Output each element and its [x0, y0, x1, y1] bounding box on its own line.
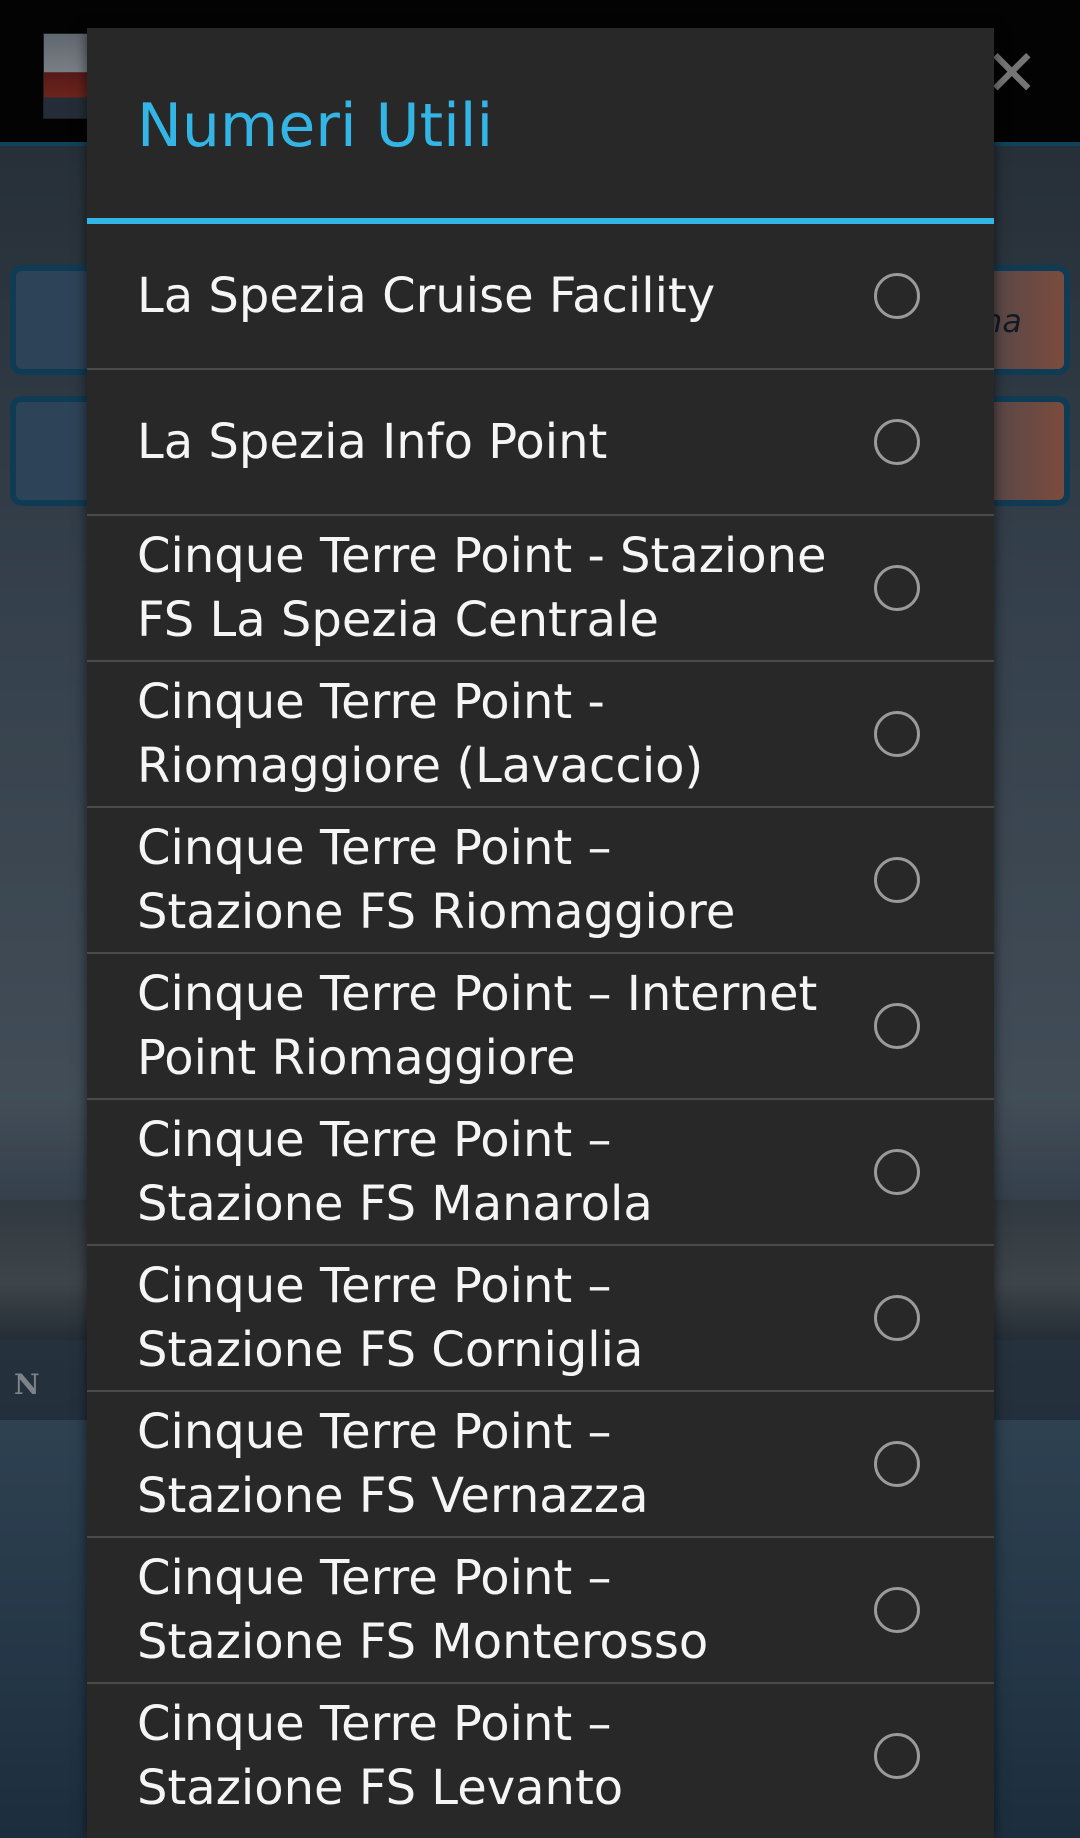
option-info-point[interactable]: La Spezia Info Point — [87, 370, 994, 516]
radio-button[interactable] — [874, 1587, 920, 1633]
option-label: Cinque Terre Point – Stazione FS Levanto — [137, 1696, 624, 1816]
option-label: Cinque Terre Point – Stazione FS Manarol… — [137, 1112, 653, 1232]
option-la-spezia-centrale[interactable]: Cinque Terre Point - Stazione FS La Spez… — [87, 516, 994, 662]
radio-button[interactable] — [874, 857, 920, 903]
option-stazione-monterosso[interactable]: Cinque Terre Point – Stazione FS Montero… — [87, 1538, 994, 1684]
option-label: Cinque Terre Point - Stazione FS La Spez… — [137, 528, 827, 648]
option-label: Cinque Terre Point – Stazione FS Montero… — [137, 1550, 709, 1670]
option-label: Cinque Terre Point – Stazione FS Riomagg… — [137, 820, 736, 940]
option-stazione-riomaggiore[interactable]: Cinque Terre Point – Stazione FS Riomagg… — [87, 808, 994, 954]
option-stazione-levanto[interactable]: Cinque Terre Point – Stazione FS Levanto — [87, 1684, 994, 1828]
radio-button[interactable] — [874, 1733, 920, 1779]
option-cruise-facility[interactable]: La Spezia Cruise Facility — [87, 224, 994, 370]
radio-button[interactable] — [874, 1003, 920, 1049]
option-stazione-manarola[interactable]: Cinque Terre Point – Stazione FS Manarol… — [87, 1100, 994, 1246]
option-stazione-vernazza[interactable]: Cinque Terre Point – Stazione FS Vernazz… — [87, 1392, 994, 1538]
dialog-title: Numeri Utili — [137, 91, 494, 161]
radio-button[interactable] — [874, 419, 920, 465]
radio-button[interactable] — [874, 711, 920, 757]
option-internet-point-riomaggiore[interactable]: Cinque Terre Point – Internet Point Riom… — [87, 954, 994, 1100]
screen: ✕ na N Numeri Utili La Spezia Cruise Fac… — [0, 0, 1080, 1838]
radio-button[interactable] — [874, 1149, 920, 1195]
option-label: La Spezia Cruise Facility — [137, 268, 716, 324]
radio-button[interactable] — [874, 273, 920, 319]
option-label: Cinque Terre Point – Stazione FS Vernazz… — [137, 1404, 649, 1524]
option-label: Cinque Terre Point – Stazione FS Cornigl… — [137, 1258, 644, 1378]
option-riomaggiore-lavaccio[interactable]: Cinque Terre Point - Riomaggiore (Lavacc… — [87, 662, 994, 808]
radio-button[interactable] — [874, 1295, 920, 1341]
option-label: Cinque Terre Point - Riomaggiore (Lavacc… — [137, 674, 704, 794]
option-label: La Spezia Info Point — [137, 414, 608, 470]
option-label: Cinque Terre Point – Internet Point Riom… — [137, 966, 818, 1086]
radio-button[interactable] — [874, 1441, 920, 1487]
radio-button[interactable] — [874, 565, 920, 611]
dialog-header: Numeri Utili — [87, 28, 994, 218]
numeri-utili-dialog: Numeri Utili La Spezia Cruise Facility L… — [87, 28, 994, 1838]
options-list: La Spezia Cruise Facility La Spezia Info… — [87, 224, 994, 1828]
option-stazione-corniglia[interactable]: Cinque Terre Point – Stazione FS Cornigl… — [87, 1246, 994, 1392]
